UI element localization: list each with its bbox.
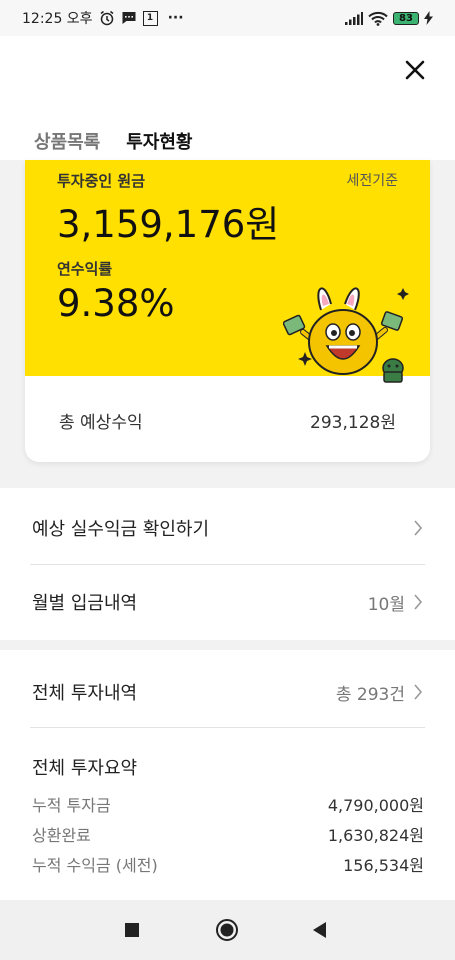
home-button[interactable] — [215, 918, 239, 942]
net-profit-right — [413, 520, 423, 536]
navigation-bar — [0, 900, 455, 960]
back-icon — [313, 922, 326, 938]
annual-return-label: 연수익률 — [57, 260, 113, 278]
charging-icon — [424, 11, 433, 25]
annual-return-value: 9.38% — [57, 282, 175, 325]
investment-card: 투자중인 원금 세전기준 3,159,176원 연수익률 9.38% 총 예상수… — [25, 160, 430, 462]
card-area: 투자중인 원금 세전기준 3,159,176원 연수익률 9.38% 총 예상수… — [0, 160, 455, 488]
home-icon — [216, 919, 238, 941]
summary-value: 4,790,000원 — [327, 796, 424, 815]
principal-value: 3,159,176원 — [57, 203, 280, 246]
wifi-icon — [368, 11, 388, 26]
summary-label: 상환완료 — [32, 826, 91, 845]
monthly-deposit-right: 10월 — [368, 590, 423, 615]
close-button[interactable] — [401, 56, 429, 84]
status-right: 83 — [345, 11, 433, 26]
message-icon — [121, 10, 137, 26]
principal-label: 투자중인 원금 — [57, 172, 146, 190]
section-profit-deposit: 예상 실수익금 확인하기 월별 입금내역 10월 — [0, 488, 455, 640]
summary-value: 1,630,824원 — [327, 826, 424, 845]
recents-button[interactable] — [120, 918, 144, 942]
back-button[interactable] — [308, 918, 332, 942]
summary-row-cumulative-investment: 누적 투자금 4,790,000원 — [32, 792, 424, 816]
expected-profit-value: 293,128원 — [310, 413, 396, 433]
all-investments-label: 전체 투자내역 — [32, 683, 138, 704]
monthly-deposit-value: 10월 — [367, 594, 405, 615]
summary-label: 누적 투자금 — [32, 796, 111, 815]
status-bar: 12:25 오후 1 ··· 83 — [0, 0, 455, 36]
summary-row-repaid: 상환완료 1,630,824원 — [32, 822, 424, 846]
status-time: 12:25 오후 — [22, 11, 93, 27]
monthly-deposit-row[interactable]: 월별 입금내역 10월 — [0, 564, 455, 640]
calendar-icon: 1 — [142, 10, 158, 26]
chevron-right-icon — [414, 520, 423, 536]
all-investments-right: 총 293건 — [336, 680, 423, 705]
status-left: 12:25 오후 1 ··· — [22, 8, 184, 28]
all-investments-row[interactable]: 전체 투자내역 총 293건 — [0, 654, 455, 730]
card-highlight: 투자중인 원금 세전기준 3,159,176원 연수익률 9.38% — [25, 160, 430, 383]
monthly-deposit-label: 월별 입금내역 — [32, 593, 138, 614]
battery-icon: 83 — [393, 11, 419, 25]
tax-basis-note: 세전기준 — [346, 173, 398, 189]
more-notifications: ··· — [167, 10, 184, 26]
net-profit-label: 예상 실수익금 확인하기 — [32, 519, 210, 540]
alarm-icon — [99, 10, 115, 26]
all-investments-count: 총 293건 — [335, 684, 405, 705]
net-profit-row[interactable]: 예상 실수익금 확인하기 — [0, 490, 455, 566]
expected-profit-label: 총 예상수익 — [59, 413, 143, 433]
chevron-right-icon — [414, 594, 423, 610]
divider — [30, 727, 425, 728]
section-investment-history: 전체 투자내역 총 293건 전체 투자요약 누적 투자금 4,790,000원… — [0, 650, 455, 900]
chevron-right-icon — [414, 684, 423, 700]
summary-row-cumulative-profit: 누적 수익금 (세전) 156,534원 — [32, 852, 424, 876]
stop-icon — [125, 923, 139, 937]
signal-icon — [345, 11, 363, 25]
summary-value: 156,534원 — [343, 856, 424, 875]
mascot-illustration — [283, 287, 409, 383]
summary-title: 전체 투자요약 — [32, 758, 138, 779]
calendar-day: 1 — [146, 13, 154, 23]
close-icon — [405, 60, 425, 80]
header: 상품목록 투자현황 — [0, 36, 455, 165]
summary-label: 누적 수익금 (세전) — [32, 856, 158, 875]
